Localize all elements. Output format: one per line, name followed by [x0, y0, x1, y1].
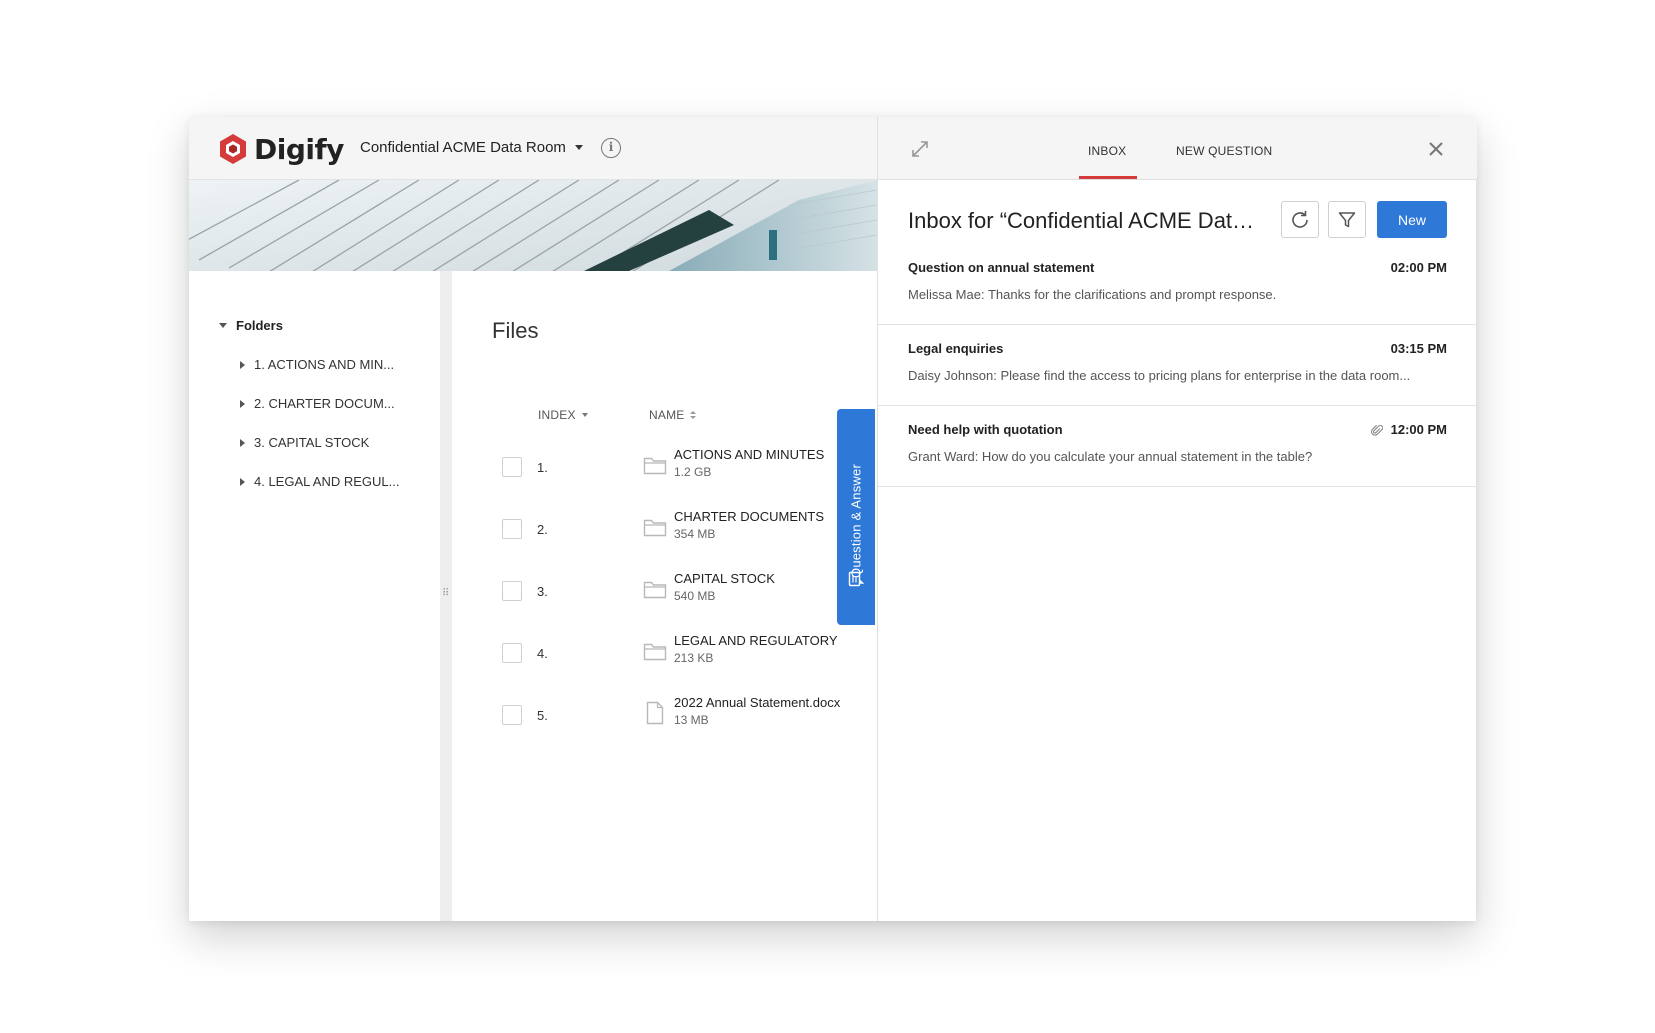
- list-item[interactable]: Legal enquiries 03:15 PM Daisy Johnson: …: [878, 325, 1477, 406]
- caret-right-icon: [240, 477, 245, 486]
- message-preview: Daisy Johnson: Please find the access to…: [908, 368, 1411, 383]
- table-row[interactable]: 4. LEGAL AND REGULATORY 213 KB: [452, 627, 877, 687]
- table-row[interactable]: 2. CHARTER DOCUMENTS 354 MB: [452, 503, 877, 563]
- caret-right-icon: [240, 438, 245, 447]
- sidebar-item-legal[interactable]: 4. LEGAL AND REGUL...: [240, 474, 430, 489]
- message-time: 03:15 PM: [1390, 341, 1447, 356]
- row-name[interactable]: LEGAL AND REGULATORY: [674, 633, 838, 648]
- chevron-down-icon: [581, 413, 588, 417]
- message-preview: Grant Ward: How do you calculate your an…: [908, 449, 1313, 464]
- qa-panel-header: INBOX NEW QUESTION: [878, 117, 1477, 180]
- tab-inbox[interactable]: INBOX: [1088, 144, 1126, 158]
- new-question-button[interactable]: New: [1377, 201, 1447, 238]
- message-time: 02:00 PM: [1390, 260, 1447, 275]
- page-title: Files: [492, 318, 539, 343]
- row-index: 3.: [537, 584, 548, 599]
- room-title: Confidential ACME Data Room: [360, 139, 566, 156]
- caret-right-icon: [240, 399, 245, 408]
- banner-image: [189, 180, 877, 271]
- sidebar-item-label: 2. CHARTER DOCUM...: [254, 396, 395, 411]
- message-time-wrap: 03:15 PM: [1391, 341, 1447, 356]
- row-index: 5.: [537, 708, 548, 723]
- filter-icon: [1338, 211, 1356, 227]
- sort-icon: [690, 411, 697, 419]
- brand-logo[interactable]: Digify: [218, 132, 344, 166]
- row-index: 4.: [537, 646, 548, 661]
- file-icon: [646, 701, 664, 725]
- row-index: 1.: [537, 460, 548, 475]
- row-size: 1.2 GB: [674, 465, 712, 479]
- sidebar-item-actions[interactable]: 1. ACTIONS AND MIN...: [240, 357, 430, 372]
- qa-tab-label: Question & Answer: [848, 464, 864, 578]
- row-checkbox[interactable]: [502, 519, 522, 539]
- message-subject: Question on annual statement: [908, 260, 1095, 275]
- chevron-down-icon: [574, 145, 583, 150]
- info-icon[interactable]: i: [601, 138, 621, 158]
- refresh-button[interactable]: [1281, 201, 1319, 238]
- table-row[interactable]: 3. CAPITAL STOCK 540 MB: [452, 565, 877, 625]
- qa-panel: INBOX NEW QUESTION Inbox for “Confidenti…: [877, 117, 1477, 921]
- row-name[interactable]: ACTIONS AND MINUTES: [674, 447, 824, 462]
- folder-icon: [643, 643, 667, 661]
- app-header: Digify Confidential ACME Data Room i: [189, 117, 877, 180]
- message-subject: Need help with quotation: [908, 422, 1063, 437]
- qa-icon: [848, 571, 864, 587]
- folders-label: Folders: [236, 318, 283, 333]
- brand-name: Digify: [254, 132, 344, 166]
- list-item[interactable]: Question on annual statement 02:00 PM Me…: [878, 244, 1477, 325]
- row-name[interactable]: CAPITAL STOCK: [674, 571, 775, 586]
- filter-button[interactable]: [1328, 201, 1366, 238]
- row-checkbox[interactable]: [502, 581, 522, 601]
- refresh-icon: [1292, 210, 1308, 228]
- active-tab-indicator: [1079, 176, 1137, 179]
- row-size: 13 MB: [674, 713, 709, 727]
- message-preview: Melissa Mae: Thanks for the clarificatio…: [908, 287, 1277, 302]
- qa-side-tab[interactable]: Question & Answer: [837, 409, 875, 625]
- table-row[interactable]: 5. 2022 Annual Statement.docx 13 MB: [452, 689, 877, 749]
- inbox-title: Inbox for “Confidential ACME Data Room”: [908, 208, 1258, 233]
- sidebar-item-capital-stock[interactable]: 3. CAPITAL STOCK: [240, 435, 430, 450]
- message-time-wrap: 12:00 PM: [1370, 422, 1447, 437]
- row-checkbox[interactable]: [502, 643, 522, 663]
- drag-grip-icon[interactable]: ⠿: [442, 589, 450, 604]
- row-size: 540 MB: [674, 589, 716, 603]
- row-checkbox[interactable]: [502, 457, 522, 477]
- folder-icon: [643, 581, 667, 599]
- column-header-name[interactable]: NAME: [649, 408, 697, 422]
- column-header-label: NAME: [649, 408, 685, 422]
- room-banner: [189, 180, 877, 271]
- folder-sidebar: Folders 1. ACTIONS AND MIN... 2. CHARTER…: [189, 271, 440, 921]
- caret-down-icon: [219, 323, 227, 328]
- folder-icon: [643, 457, 667, 475]
- column-header-index[interactable]: INDEX: [538, 408, 588, 422]
- row-checkbox[interactable]: [502, 705, 522, 725]
- attachment-icon: [1370, 424, 1383, 436]
- message-time: 12:00 PM: [1390, 422, 1447, 437]
- sidebar-item-label: 1. ACTIONS AND MIN...: [254, 357, 395, 372]
- message-subject: Legal enquiries: [908, 341, 1004, 356]
- message-time-wrap: 02:00 PM: [1391, 260, 1447, 275]
- room-selector[interactable]: Confidential ACME Data Room: [360, 139, 583, 156]
- row-size: 213 KB: [674, 651, 714, 665]
- folder-icon: [643, 519, 667, 537]
- sidebar-item-charter[interactable]: 2. CHARTER DOCUM...: [240, 396, 430, 411]
- tab-new-question[interactable]: NEW QUESTION: [1176, 144, 1272, 158]
- list-item[interactable]: Need help with quotation 12:00 PM Grant …: [878, 406, 1477, 487]
- close-icon[interactable]: [1427, 140, 1445, 158]
- column-header-label: INDEX: [538, 408, 576, 422]
- row-name[interactable]: CHARTER DOCUMENTS: [674, 509, 824, 524]
- digify-logo-icon: [220, 134, 246, 164]
- table-row[interactable]: 1. ACTIONS AND MINUTES 1.2 GB: [452, 441, 877, 501]
- caret-right-icon: [240, 360, 245, 369]
- row-size: 354 MB: [674, 527, 716, 541]
- files-pane: Files INDEX NAME 1. ACTIONS AND MINUTES …: [452, 271, 877, 921]
- row-index: 2.: [537, 522, 548, 537]
- app-window: Digify Confidential ACME Data Room i Fol…: [189, 117, 1477, 921]
- expand-icon[interactable]: [910, 139, 930, 159]
- row-name[interactable]: 2022 Annual Statement.docx: [674, 695, 840, 710]
- sidebar-item-label: 4. LEGAL AND REGUL...: [254, 474, 400, 489]
- folders-tree-toggle[interactable]: Folders: [219, 318, 283, 333]
- sidebar-item-label: 3. CAPITAL STOCK: [254, 435, 370, 450]
